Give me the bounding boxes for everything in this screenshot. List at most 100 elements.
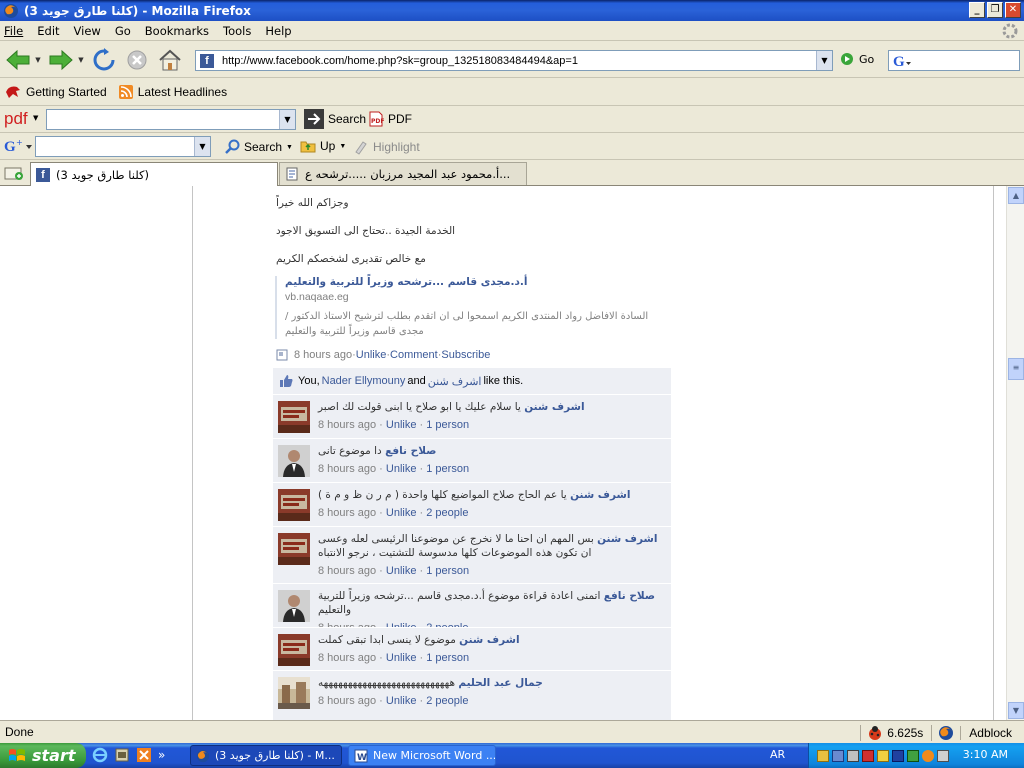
tray-security-icon[interactable] — [862, 749, 874, 762]
taskbar-window-firefox[interactable]: (كلنا طارق جويد 3) - M... — [190, 745, 342, 766]
clock[interactable]: 3:10 AM — [963, 748, 1008, 761]
commenter-avatar[interactable] — [278, 590, 310, 622]
forward-button[interactable] — [46, 45, 76, 75]
comment-likes-link[interactable]: 1 person — [426, 463, 469, 475]
comment-likes-link[interactable]: 1 person — [426, 419, 469, 431]
window-title-bar[interactable]: (كلنا طارق جويد 3) - Mozilla Firefox _ ❐… — [0, 0, 1024, 21]
google-search-input[interactable]: ▼ — [35, 136, 211, 157]
post-comment-link[interactable]: Comment — [390, 349, 438, 361]
commenter-avatar[interactable] — [278, 533, 310, 565]
stop-button[interactable] — [122, 45, 152, 75]
comment-likes-link[interactable]: 2 people — [426, 695, 468, 707]
post-subscribe-link[interactable]: Subscribe — [441, 349, 490, 361]
post-unlike-link[interactable]: Unlike — [356, 349, 387, 361]
commenter-name-link[interactable]: اشرف شنن — [570, 489, 630, 501]
home-button[interactable] — [155, 45, 185, 75]
post-time[interactable]: 8 hours ago — [294, 349, 352, 361]
likes-person-link[interactable]: اشرف شنن — [428, 375, 482, 388]
url-dropdown[interactable]: ▼ — [816, 51, 832, 70]
comment-unlike-link[interactable]: Unlike — [386, 565, 417, 577]
comment-unlike-link[interactable]: Unlike — [386, 419, 417, 431]
menu-bookmarks[interactable]: Bookmarks — [145, 24, 209, 38]
comment-unlike-link[interactable]: Unlike — [386, 652, 417, 664]
commenter-avatar[interactable] — [278, 677, 310, 709]
comment-unlike-link[interactable]: Unlike — [386, 507, 417, 519]
tray-messenger-icon[interactable] — [907, 749, 919, 762]
minimize-button[interactable]: _ — [969, 2, 985, 18]
comment-likes-link[interactable]: 1 person — [426, 652, 469, 664]
comment-time[interactable]: 8 hours ago — [318, 565, 376, 577]
comment-likes-link[interactable]: 1 person — [426, 565, 469, 577]
comment-likes-link[interactable]: 2 people — [426, 507, 468, 519]
tray-update-icon[interactable] — [877, 749, 889, 762]
back-button[interactable] — [3, 45, 33, 75]
restore-button[interactable]: ❐ — [987, 2, 1003, 18]
menu-view[interactable]: View — [74, 24, 101, 38]
menu-file[interactable]: File — [4, 24, 23, 38]
bookmark-latest-headlines[interactable]: Latest Headlines — [118, 85, 227, 99]
google-search-dropdown[interactable]: ▼ — [194, 137, 210, 156]
tray-volume-icon[interactable] — [937, 749, 949, 762]
start-button[interactable]: start — [0, 743, 86, 768]
likes-person-link[interactable]: Nader Ellymouny — [322, 375, 406, 387]
vertical-scrollbar[interactable]: ▲ ≡ ▼ — [1006, 186, 1024, 720]
shared-link-title[interactable]: أ.د.مجدى قاسم ...ترشحه وزيراً للتربية وا… — [285, 276, 695, 288]
commenter-name-link[interactable]: اشرف شنن — [524, 401, 584, 413]
tray-app-icon[interactable] — [817, 749, 829, 762]
pdf-search-button[interactable]: Search — [304, 109, 366, 129]
comment-time[interactable]: 8 hours ago — [318, 463, 376, 475]
comment-time[interactable]: 8 hours ago — [318, 695, 376, 707]
commenter-avatar[interactable] — [278, 445, 310, 477]
comment-unlike-link[interactable]: Unlike — [386, 695, 417, 707]
pdf-search-dropdown[interactable]: ▼ — [279, 110, 295, 129]
google-up-button[interactable]: Up ▼ — [300, 139, 346, 153]
go-button[interactable]: Go — [840, 52, 874, 66]
pdf-button[interactable]: PDF PDF — [368, 111, 412, 127]
tray-network-icon[interactable] — [832, 749, 844, 762]
scroll-thumb[interactable]: ≡ — [1008, 358, 1024, 380]
bookmark-getting-started[interactable]: Getting Started — [5, 85, 107, 99]
tray-display-icon[interactable] — [847, 749, 859, 762]
url-bar[interactable]: f http://www.facebook.com/home.php?sk=gr… — [195, 50, 833, 71]
quick-launch-more-icon[interactable]: » — [158, 748, 165, 762]
new-tab-icon[interactable] — [4, 165, 24, 181]
comment-time[interactable]: 8 hours ago — [318, 652, 376, 664]
reload-button[interactable] — [89, 45, 119, 75]
google-search-button[interactable]: Search ▼ — [224, 139, 293, 155]
pdf-logo-dropdown[interactable]: ▼ — [33, 114, 38, 122]
menu-go[interactable]: Go — [115, 24, 131, 38]
menu-tools[interactable]: Tools — [223, 24, 251, 38]
commenter-name-link[interactable]: جمال عبد الحليم — [458, 677, 542, 689]
commenter-avatar[interactable] — [278, 401, 310, 433]
tray-monitor-icon[interactable] — [892, 749, 904, 762]
tab-active[interactable]: f (كلنا طارق جويد 3) — [30, 162, 278, 186]
scroll-down-button[interactable]: ▼ — [1008, 702, 1024, 719]
menu-help[interactable]: Help — [265, 24, 291, 38]
adblock-label[interactable]: Adblock — [960, 725, 1024, 740]
forward-dropdown[interactable]: ▼ — [76, 56, 86, 64]
commenter-name-link[interactable]: صلاح نافع — [604, 590, 655, 602]
firefox-status-icon[interactable] — [931, 724, 960, 741]
tab-inactive[interactable]: أ.محمود عبد المجيد مرزبان .....ترشحه ع..… — [279, 162, 527, 185]
menu-edit[interactable]: Edit — [37, 24, 59, 38]
tray-firefox-icon[interactable] — [922, 749, 934, 762]
taskbar-window-word[interactable]: W New Microsoft Word ... — [348, 745, 496, 766]
pdf-logo[interactable]: pdf — [4, 109, 28, 129]
back-dropdown[interactable]: ▼ — [33, 56, 43, 64]
google-up-dropdown-arrow[interactable]: ▼ — [339, 143, 346, 150]
google-highlight-button[interactable]: Highlight — [353, 139, 420, 155]
web-search-input[interactable]: G — [888, 50, 1020, 71]
language-indicator[interactable]: AR — [770, 748, 785, 761]
commenter-name-link[interactable]: اشرف شنن — [459, 634, 519, 646]
commenter-name-link[interactable]: اشرف شنن — [597, 533, 657, 545]
pdf-search-input[interactable]: ▼ — [46, 109, 296, 130]
close-button[interactable]: ✕ — [1005, 2, 1021, 18]
scroll-up-button[interactable]: ▲ — [1008, 187, 1024, 204]
commenter-avatar[interactable] — [278, 634, 310, 666]
comment-time[interactable]: 8 hours ago — [318, 507, 376, 519]
comment-unlike-link[interactable]: Unlike — [386, 463, 417, 475]
google-search-dropdown-arrow[interactable]: ▼ — [286, 144, 293, 151]
ladybug-icon[interactable] — [860, 724, 887, 741]
commenter-name-link[interactable]: صلاح نافع — [385, 445, 436, 457]
commenter-avatar[interactable] — [278, 489, 310, 521]
